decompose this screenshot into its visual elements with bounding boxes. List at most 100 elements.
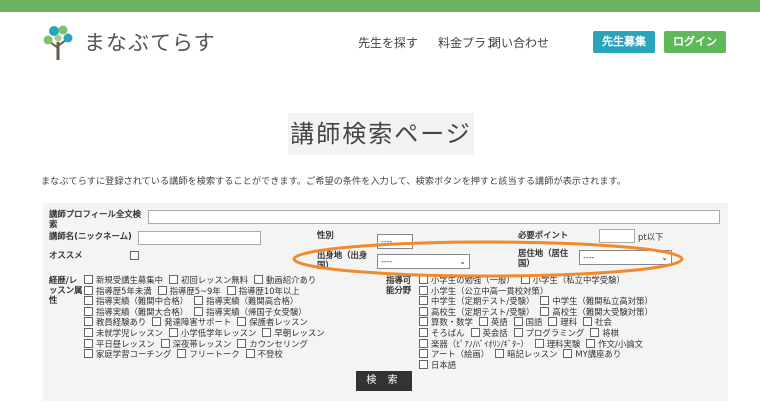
checkbox[interactable] <box>152 317 162 327</box>
career-option[interactable]: 未就学児レッスン <box>84 327 163 338</box>
career-option[interactable]: 平日昼レッスン <box>84 338 155 349</box>
search-button[interactable]: 検 索 <box>356 371 412 391</box>
checkbox[interactable] <box>84 327 93 337</box>
ability-option[interactable]: 社会 <box>583 317 612 327</box>
checkbox[interactable] <box>520 275 530 284</box>
ability-option[interactable]: 算数・数学 <box>419 317 473 327</box>
checkbox[interactable] <box>169 275 178 284</box>
checkbox[interactable] <box>419 306 428 316</box>
career-option[interactable]: 新規受講生募集中 <box>84 275 163 285</box>
checkbox[interactable] <box>513 327 523 337</box>
ability-option[interactable]: 楽器（ﾋﾟｱﾉ/ﾊﾞｲｵﾘﾝ/ｷﾞﾀｰ） <box>419 338 529 349</box>
recruit-teacher-button[interactable]: 先生募集 <box>593 31 655 53</box>
career-option[interactable]: 不登校 <box>245 349 283 359</box>
career-option[interactable]: 指導実績（難関高合格） <box>194 296 298 306</box>
checkbox[interactable] <box>419 275 428 284</box>
checkbox[interactable] <box>84 285 93 295</box>
checkbox[interactable] <box>583 317 593 327</box>
points-input[interactable] <box>599 229 635 243</box>
career-option[interactable]: 深夜帯レッスン <box>160 338 231 349</box>
checkbox[interactable] <box>563 349 573 359</box>
checkbox[interactable] <box>419 359 428 369</box>
career-option[interactable]: 動画紹介あり <box>254 275 316 285</box>
checkbox[interactable] <box>586 338 596 348</box>
career-option[interactable]: 教員経験あり <box>84 317 146 327</box>
ability-option[interactable]: 理科 <box>548 317 577 327</box>
checkbox[interactable] <box>254 275 263 284</box>
checkbox[interactable] <box>169 327 178 337</box>
checkbox[interactable] <box>177 349 187 359</box>
ability-option[interactable]: アート（絵画） <box>419 349 489 359</box>
ability-option[interactable]: 高校生（難関大受験対策） <box>540 306 653 317</box>
ability-option[interactable]: 高校生（定期テスト/受験） <box>419 306 534 317</box>
checkbox[interactable] <box>237 338 247 348</box>
ability-option[interactable]: 小学生の勉強（一般） <box>419 275 515 285</box>
login-button[interactable]: ログイン <box>664 31 726 53</box>
checkbox[interactable] <box>419 285 428 295</box>
checkbox[interactable] <box>194 296 204 306</box>
checkbox[interactable] <box>548 317 558 327</box>
recommend-checkbox[interactable] <box>130 251 139 260</box>
checkbox[interactable] <box>84 338 93 348</box>
profile-search-input[interactable] <box>148 210 720 224</box>
checkbox[interactable] <box>84 306 93 316</box>
checkbox[interactable] <box>419 317 428 327</box>
checkbox[interactable] <box>590 327 600 337</box>
checkbox[interactable] <box>84 317 93 327</box>
ability-option[interactable]: 英語 <box>478 317 508 327</box>
site-logo[interactable]: まなぶてらす <box>40 22 230 62</box>
career-option[interactable]: フリートーク <box>177 349 240 359</box>
ability-option[interactable]: 国語 <box>513 317 542 327</box>
checkbox[interactable] <box>237 317 247 327</box>
ability-option[interactable]: プログラミング <box>513 327 584 338</box>
career-option[interactable]: 早朝レッスン <box>262 327 325 338</box>
career-option[interactable]: カウンセリング <box>237 338 308 349</box>
career-option[interactable]: 保護者レッスン <box>237 317 308 327</box>
ability-option[interactable]: 理科実験 <box>534 338 580 349</box>
ability-option[interactable]: 将棋 <box>590 327 619 338</box>
ability-option[interactable]: 作文/小論文 <box>586 338 643 349</box>
checkbox[interactable] <box>194 306 204 316</box>
career-option[interactable]: 指導実績（難関大合格） <box>84 306 188 317</box>
career-option[interactable]: 発達障害サポート <box>152 317 231 327</box>
checkbox[interactable] <box>245 349 255 359</box>
birthplace-select[interactable]: ---- ⌄ <box>377 254 470 269</box>
checkbox[interactable] <box>160 338 170 348</box>
checkbox[interactable] <box>84 349 93 359</box>
career-option[interactable]: 指導実績（帰国子女受験） <box>194 306 307 317</box>
checkbox[interactable] <box>478 317 488 327</box>
ability-option[interactable]: MY講座あり <box>563 349 621 359</box>
checkbox[interactable] <box>419 338 428 348</box>
nav-find-teacher[interactable]: 先生を探す <box>358 34 418 51</box>
nav-contact[interactable]: 問い合わせ <box>489 34 549 51</box>
checkbox[interactable] <box>513 317 523 327</box>
nickname-input[interactable] <box>138 231 261 245</box>
ability-option[interactable]: 日本語 <box>419 359 456 370</box>
career-option[interactable]: 初回レッスン無料 <box>169 275 248 285</box>
checkbox[interactable] <box>534 338 544 348</box>
checkbox[interactable] <box>540 306 550 316</box>
career-option[interactable]: 指導歴10年以上 <box>226 285 300 296</box>
checkbox[interactable] <box>226 285 236 295</box>
ability-option[interactable]: 中学生（難関私立高対策） <box>540 296 653 306</box>
checkbox[interactable] <box>419 296 428 306</box>
career-option[interactable]: 家庭学習コーチング <box>84 349 171 359</box>
checkbox[interactable] <box>84 275 93 284</box>
checkbox[interactable] <box>495 349 505 359</box>
ability-option[interactable]: 英会話 <box>470 327 508 338</box>
checkbox[interactable] <box>84 296 93 306</box>
checkbox[interactable] <box>540 296 550 306</box>
ability-option[interactable]: 暗記レッスン <box>495 349 557 359</box>
career-option[interactable]: 指導歴5~9年 <box>157 285 221 296</box>
career-option[interactable]: 小学低学年レッスン <box>169 327 256 338</box>
ability-option[interactable]: 中学生（定期テスト/受験） <box>419 296 534 306</box>
checkbox[interactable] <box>419 349 428 359</box>
checkbox[interactable] <box>262 327 272 337</box>
gender-select[interactable]: ---- ⌄ <box>377 234 413 249</box>
ability-option[interactable]: そろばん <box>419 327 465 338</box>
career-option[interactable]: 指導実績（難関中合格） <box>84 296 188 306</box>
ability-option[interactable]: 小学生（私立中学受験） <box>520 275 625 285</box>
checkbox[interactable] <box>419 327 428 337</box>
ability-option[interactable]: 小学生（公立中高一貫校対策） <box>419 285 548 296</box>
career-option[interactable]: 指導歴5年未満 <box>84 285 152 296</box>
